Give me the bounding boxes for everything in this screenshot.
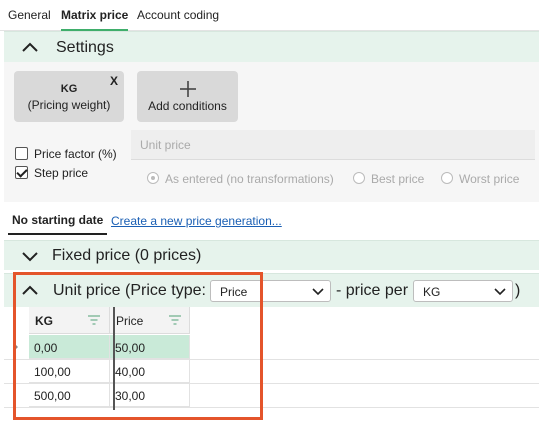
column-header-kg[interactable]: KG [29, 307, 110, 334]
unit-price-title: Unit price (Price type: [53, 282, 206, 299]
row-pointer-icon [14, 343, 18, 351]
column-header-label: Price [116, 314, 144, 328]
price-unit-value: KG [423, 285, 441, 299]
price-type-dropdown[interactable]: Price [210, 280, 331, 302]
create-price-generation-link[interactable]: Create a new price generation... [111, 214, 282, 228]
grid-row-divider [4, 407, 539, 408]
unit-price-placeholder: Unit price [140, 138, 191, 152]
radio-label: As entered (no transformations) [165, 172, 334, 186]
fixed-price-title: Fixed price (0 prices) [52, 247, 202, 264]
grid-cell[interactable]: 0,00 [29, 335, 110, 359]
chevron-down-icon [312, 288, 324, 296]
price-per-label: - price per [336, 282, 409, 299]
price-type-value: Price [220, 285, 248, 299]
chevron-down-icon [494, 288, 506, 296]
price-matrix-grid: KG Price 0,00 50,00 100,00 40,00 500,00 … [4, 307, 539, 431]
cell-value: 0,00 [34, 341, 58, 355]
radio-button[interactable] [441, 172, 453, 184]
settings-header[interactable]: Settings [4, 31, 539, 62]
chevron-up-icon[interactable] [21, 282, 39, 300]
step-price-label: Step price [34, 166, 89, 180]
fixed-price-header[interactable]: Fixed price (0 prices) [4, 240, 539, 270]
settings-title: Settings [56, 39, 114, 56]
cell-value: 30,00 [115, 389, 146, 403]
radio-label: Best price [371, 172, 425, 186]
column-header-label: KG [35, 314, 53, 328]
filter-icon[interactable] [168, 313, 182, 327]
column-header-price[interactable]: Price [110, 307, 190, 334]
price-factor-checkbox[interactable] [15, 147, 28, 160]
grid-cell[interactable]: 40,00 [110, 359, 190, 383]
radio-label: Worst price [459, 172, 520, 186]
chevron-down-icon[interactable] [21, 247, 39, 265]
radio-button[interactable] [147, 172, 159, 184]
top-tab-bar: General Matrix price Account coding [0, 0, 539, 31]
cell-value: 500,00 [34, 389, 71, 403]
tab-matrix-price[interactable]: Matrix price [61, 8, 129, 31]
price-generation-bar: No starting date Create a new price gene… [0, 205, 539, 235]
cell-value: 40,00 [115, 365, 146, 379]
column-resize-handle[interactable] [113, 307, 115, 410]
price-unit-dropdown[interactable]: KG [413, 280, 513, 302]
plus-icon [180, 81, 196, 97]
step-price-checkbox[interactable] [15, 166, 28, 179]
grid-cell[interactable]: 100,00 [29, 359, 110, 383]
cell-value: 50,00 [115, 341, 146, 355]
kg-tile-unit: KG [60, 83, 78, 95]
add-conditions-label: Add conditions [148, 99, 227, 113]
grid-cell[interactable]: 50,00 [110, 335, 190, 359]
grid-cell[interactable]: 500,00 [29, 383, 110, 407]
filter-icon[interactable] [87, 313, 101, 327]
kg-tile-description: (Pricing weight) [27, 98, 111, 112]
tab-no-starting-date[interactable]: No starting date [7, 213, 108, 235]
unit-price-field[interactable]: Unit price [131, 130, 535, 160]
unit-price-header: Unit price (Price type: Price - price pe… [4, 273, 539, 307]
unit-price-close-paren: ) [515, 282, 521, 299]
add-conditions-button[interactable]: Add conditions [137, 71, 238, 122]
kg-condition-tile[interactable]: X KG (Pricing weight) [14, 71, 124, 122]
chevron-up-icon[interactable] [21, 39, 39, 57]
remove-condition-button[interactable]: X [110, 74, 118, 88]
price-factor-label: Price factor (%) [34, 147, 117, 161]
tab-general[interactable]: General [8, 8, 51, 22]
cell-value: 100,00 [34, 365, 71, 379]
tab-account-coding[interactable]: Account coding [137, 8, 219, 22]
grid-cell[interactable]: 30,00 [110, 383, 190, 407]
radio-button[interactable] [353, 172, 365, 184]
